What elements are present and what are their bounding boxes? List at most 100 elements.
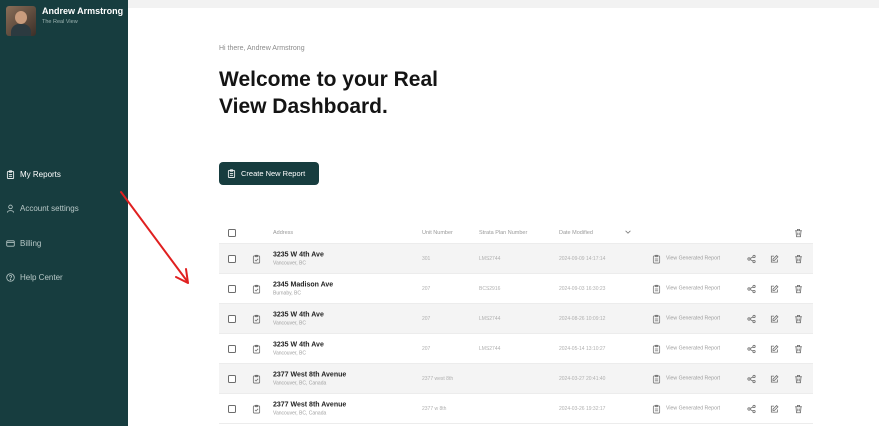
city-line: Vancouver, BC [273, 260, 306, 266]
view-generated-report-link[interactable]: View Generated Report [652, 254, 720, 263]
table-row[interactable]: 3235 W 4th Ave Vancouver, BC 207 LMS2744… [219, 334, 813, 364]
view-generated-report-link[interactable]: View Generated Report [652, 344, 720, 353]
bulk-delete-trash-icon[interactable] [794, 228, 803, 237]
create-new-report-label: Create New Report [241, 169, 306, 178]
user-profile[interactable]: Andrew Armstrong The Real View [6, 6, 123, 36]
view-generated-report-link[interactable]: View Generated Report [652, 374, 720, 383]
view-report-label: View Generated Report [666, 315, 721, 322]
share-icon[interactable] [747, 284, 756, 293]
share-icon[interactable] [747, 344, 756, 353]
view-generated-report-link[interactable]: View Generated Report [652, 404, 720, 413]
clipboard-icon [652, 404, 661, 413]
sidebar-item-label: Account settings [20, 204, 79, 213]
column-header-unit-number[interactable]: Unit Number [422, 230, 453, 236]
table-row[interactable]: 2377 West 8th Avenue Vancouver, BC, Cana… [219, 364, 813, 394]
address-cell: 3235 W 4th Ave Vancouver, BC [273, 341, 324, 356]
table-row[interactable]: 2377 West 8th Avenue Vancouver, BC, Cana… [219, 394, 813, 424]
share-icon[interactable] [747, 254, 756, 263]
address-line: 3235 W 4th Ave [273, 341, 324, 348]
row-checkbox[interactable] [228, 254, 236, 263]
date-modified-cell: 2024-09-03 16:30:23 [559, 285, 606, 292]
address-line: 3235 W 4th Ave [273, 311, 324, 318]
unit-number-cell: 207 [422, 315, 431, 322]
sidebar-item-account-settings[interactable]: Account settings [6, 202, 124, 216]
edit-icon[interactable] [770, 404, 779, 413]
unit-number-cell: 2377 west 8th [422, 375, 454, 382]
address-cell: 2377 West 8th Avenue Vancouver, BC, Cana… [273, 371, 346, 386]
column-header-date-modified[interactable]: Date Modified [559, 230, 593, 236]
strata-plan-cell: LMS2744 [479, 315, 501, 322]
column-header-address[interactable]: Address [273, 230, 293, 236]
date-modified-cell: 2024-09-09 14:17:14 [559, 255, 606, 262]
delete-trash-icon[interactable] [794, 284, 803, 293]
address-line: 2377 West 8th Avenue [273, 371, 347, 378]
strata-plan-cell: LMS2744 [479, 255, 501, 262]
delete-trash-icon[interactable] [794, 404, 803, 413]
help-icon [6, 273, 15, 282]
unit-number-cell: 2377 w 8th [422, 405, 447, 412]
city-line: Vancouver, BC [273, 320, 306, 326]
view-report-label: View Generated Report [666, 405, 721, 412]
sidebar-item-label: Billing [20, 238, 42, 248]
table-body: 3235 W 4th Ave Vancouver, BC 301 LMS2744… [219, 244, 813, 424]
edit-icon[interactable] [770, 374, 779, 383]
unit-number-cell: 301 [422, 255, 431, 262]
city-line: Vancouver, BC, Canada [273, 380, 327, 386]
table-row[interactable]: 3235 W 4th Ave Vancouver, BC 207 LMS2744… [219, 304, 813, 334]
table-row[interactable]: 3235 W 4th Ave Vancouver, BC 301 LMS2744… [219, 244, 813, 274]
strata-plan-cell: BCS2916 [479, 285, 501, 292]
row-checkbox[interactable] [228, 404, 236, 413]
city-line: Burnaby, BC [273, 290, 301, 296]
row-checkbox[interactable] [228, 344, 236, 353]
edit-icon[interactable] [770, 314, 779, 323]
share-icon[interactable] [747, 404, 756, 413]
share-icon[interactable] [747, 314, 756, 323]
view-generated-report-link[interactable]: View Generated Report [652, 314, 720, 323]
sidebar-item-my-reports[interactable]: My Reports [6, 167, 124, 181]
row-checkbox[interactable] [228, 374, 236, 383]
row-checkbox[interactable] [228, 314, 236, 323]
report-document-icon [252, 374, 261, 383]
view-report-label: View Generated Report [666, 375, 721, 382]
report-document-icon [252, 314, 261, 323]
sidebar-nav: My Reports Account settings Billing Help… [6, 167, 124, 305]
address-cell: 2345 Madison Ave Burnaby, BC [273, 281, 333, 296]
clipboard-icon [652, 284, 661, 293]
delete-trash-icon[interactable] [794, 314, 803, 323]
table-header: Address Unit Number Strata Plan Number D… [219, 222, 813, 244]
sort-chevron-down-icon[interactable] [624, 228, 632, 238]
address-cell: 3235 W 4th Ave Vancouver, BC [273, 251, 324, 266]
page-title: Welcome to your Real View Dashboard. [219, 68, 439, 118]
date-modified-cell: 2024-03-26 19:32:17 [559, 405, 606, 412]
address-line: 3235 W 4th Ave [273, 251, 324, 258]
share-icon[interactable] [747, 374, 756, 383]
delete-trash-icon[interactable] [794, 374, 803, 383]
create-new-report-button[interactable]: Create New Report [219, 162, 319, 185]
view-generated-report-link[interactable]: View Generated Report [652, 284, 720, 293]
view-report-label: View Generated Report [666, 255, 721, 262]
delete-trash-icon[interactable] [794, 254, 803, 263]
report-document-icon [252, 344, 261, 353]
row-checkbox[interactable] [228, 284, 236, 293]
sidebar-item-label: My Reports [20, 169, 61, 179]
sidebar-item-help-center[interactable]: Help Center [6, 271, 124, 285]
edit-icon[interactable] [770, 284, 779, 293]
card-icon [6, 239, 15, 247]
date-modified-cell: 2024-08-26 10:09:12 [559, 315, 606, 322]
clipboard-icon [652, 314, 661, 323]
edit-icon[interactable] [770, 344, 779, 353]
table-row[interactable]: 2345 Madison Ave Burnaby, BC 207 BCS2916… [219, 274, 813, 304]
unit-number-cell: 207 [422, 345, 431, 352]
clipboard-icon [652, 254, 661, 263]
user-icon [6, 204, 15, 213]
column-header-strata-plan[interactable]: Strata Plan Number [479, 230, 527, 236]
edit-icon[interactable] [770, 254, 779, 263]
report-document-icon [252, 254, 261, 263]
sidebar: Andrew Armstrong The Real View My Report… [0, 0, 128, 426]
report-document-icon [252, 404, 261, 413]
sidebar-item-billing[interactable]: Billing [6, 236, 124, 250]
delete-trash-icon[interactable] [794, 344, 803, 353]
select-all-checkbox[interactable] [228, 228, 236, 237]
date-modified-cell: 2024-03-27 20:41:40 [559, 375, 606, 382]
greeting-text: Hi there, Andrew Armstrong [219, 45, 305, 52]
